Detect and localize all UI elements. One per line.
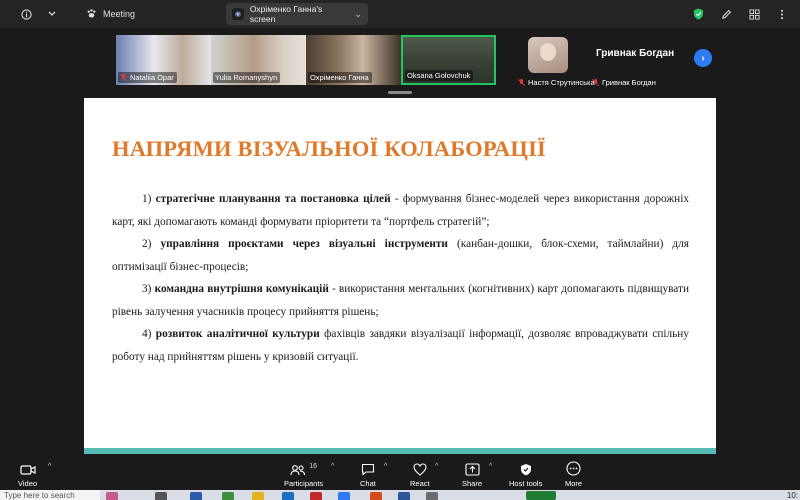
- meeting-label-text: Meeting: [103, 9, 136, 19]
- mic-muted-icon: [592, 79, 599, 86]
- app-icon[interactable]: [190, 492, 202, 500]
- meeting-controls: Video ^ 16 Participants ^ Chat ^ React ^…: [0, 454, 800, 490]
- slide-title: НАПРЯМИ ВІЗУАЛЬНОЇ КОЛАБОРАЦІЇ: [112, 136, 546, 161]
- status-badge: [526, 491, 556, 500]
- host-tools-button[interactable]: Host tools: [509, 458, 542, 488]
- slide-list-item: 2) управління проєктами через візуальні …: [112, 238, 689, 273]
- participant-tile[interactable]: Охріменко Ганна: [306, 35, 401, 85]
- react-button[interactable]: React: [410, 458, 430, 488]
- participants-count: 16: [309, 463, 317, 470]
- slide-list-item: 4) розвиток аналітичної культури фахівці…: [112, 328, 689, 363]
- chevron-right-icon: ›: [701, 52, 705, 64]
- word-app-icon[interactable]: [398, 492, 410, 500]
- participant-name: Nataliia Opar: [118, 72, 177, 83]
- mic-muted-icon: [120, 74, 127, 81]
- taskbar-search-input[interactable]: Type here to search: [0, 490, 100, 500]
- paw-icon: [86, 8, 97, 21]
- participant-name: Yulia Romanyshyn: [213, 72, 281, 83]
- avatar: [528, 37, 568, 73]
- slide-list-item: 1) стратегічне планування та постановка …: [112, 193, 689, 228]
- shared-slide: НАПРЯМИ ВІЗУАЛЬНОЇ КОЛАБОРАЦІЇ 1) страте…: [84, 98, 716, 453]
- participant-display-name: Гривнак Богдан: [596, 48, 675, 59]
- participant-name: Гривнак Богдан: [592, 78, 656, 87]
- app-icon[interactable]: [106, 492, 118, 500]
- more-button[interactable]: More: [565, 458, 582, 488]
- mic-muted-icon: [518, 79, 525, 86]
- more-vertical-icon[interactable]: [774, 6, 790, 22]
- os-taskbar: Type here to search 10:: [0, 490, 800, 500]
- edit-pencil-icon[interactable]: [718, 6, 734, 22]
- react-options-caret[interactable]: ^: [435, 463, 438, 470]
- meeting-title-bar: Meeting: [0, 0, 800, 28]
- participants-icon: 16: [290, 458, 317, 476]
- meeting-label: Meeting: [86, 8, 135, 21]
- participants-button[interactable]: 16 Participants: [284, 458, 323, 488]
- app-icon[interactable]: [282, 492, 294, 500]
- app-icon[interactable]: [222, 492, 234, 500]
- shared-screen-label: Охріменко Ганна's screen: [249, 4, 323, 24]
- window-controls: [690, 0, 800, 28]
- participant-name: Настя Струтинська: [518, 78, 595, 87]
- slide-body: 1) стратегічне планування та постановка …: [112, 188, 689, 368]
- chat-button[interactable]: Chat: [360, 458, 376, 488]
- participant-tile[interactable]: Гривнак Богдан Гривнак Богдан: [590, 35, 685, 87]
- gallery-resize-handle[interactable]: [388, 91, 412, 94]
- app-icon[interactable]: [426, 492, 438, 500]
- shield-icon: [520, 458, 532, 476]
- participant-name: Охріменко Ганна: [308, 72, 372, 83]
- app-icon[interactable]: [155, 492, 167, 500]
- share-screen-icon: [464, 458, 480, 476]
- next-page-button[interactable]: ›: [694, 49, 712, 67]
- participant-tile[interactable]: Nataliia Opar: [116, 35, 211, 85]
- chevron-down-icon[interactable]: ⌄: [354, 9, 362, 20]
- more-horizontal-icon: [566, 458, 581, 476]
- share-options-caret[interactable]: ^: [489, 463, 492, 470]
- chevron-down-icon[interactable]: [42, 4, 62, 24]
- participant-gallery: Nataliia Opar Yulia Romanyshyn Охріменко…: [0, 28, 800, 90]
- chat-bubble-icon: [361, 458, 375, 476]
- chat-options-caret[interactable]: ^: [384, 463, 387, 470]
- app-icon[interactable]: [370, 492, 382, 500]
- participant-tile[interactable]: Yulia Romanyshyn: [211, 35, 306, 85]
- clock: 10:: [786, 491, 798, 500]
- video-button[interactable]: Video: [18, 458, 37, 488]
- info-icon[interactable]: [16, 4, 36, 24]
- participant-tile[interactable]: Настя Струтинська: [516, 35, 595, 87]
- participant-name: Oksana Golovchuk: [405, 70, 474, 81]
- video-camera-icon: [19, 458, 36, 476]
- zoom-app-icon[interactable]: [338, 492, 350, 500]
- screen-share-icon: ◉: [232, 8, 244, 20]
- app-icon[interactable]: [310, 492, 322, 500]
- slide-list-item: 3) командна внутрішня комунікацій - вико…: [112, 283, 689, 318]
- folder-icon[interactable]: [252, 492, 264, 500]
- share-button[interactable]: Share: [462, 458, 482, 488]
- security-shield-icon[interactable]: [690, 6, 706, 22]
- participant-tile-active-speaker[interactable]: Oksana Golovchuk: [401, 35, 496, 85]
- video-options-caret[interactable]: ^: [48, 463, 51, 470]
- view-options-pill[interactable]: ◉ Охріменко Ганна's screen ⌄: [226, 3, 368, 25]
- layout-grid-icon[interactable]: [746, 6, 762, 22]
- heart-icon: [413, 458, 427, 476]
- participants-options-caret[interactable]: ^: [331, 463, 334, 470]
